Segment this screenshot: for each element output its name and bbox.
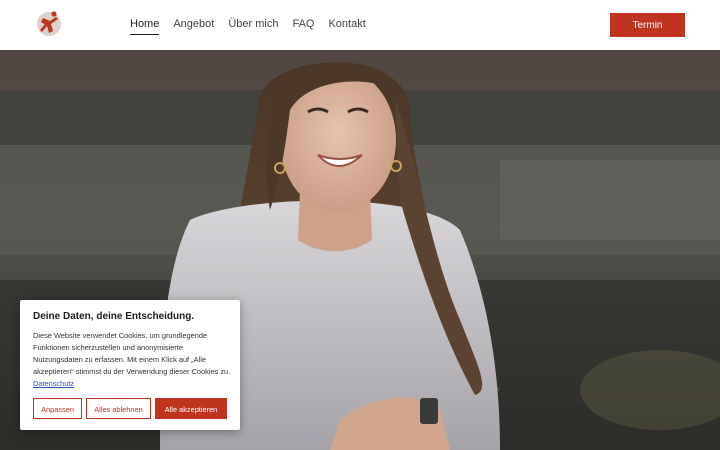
nav-item-faq[interactable]: FAQ bbox=[292, 16, 314, 35]
nav-item-home[interactable]: Home bbox=[130, 16, 160, 35]
site-header: Home Angebot Über mich FAQ Kontakt Termi… bbox=[0, 0, 720, 50]
nav-item-angebot[interactable]: Angebot bbox=[173, 16, 214, 35]
cookie-title: Deine Daten, deine Entscheidung. bbox=[33, 311, 195, 322]
accept-all-button[interactable]: Alle akzeptieren bbox=[155, 398, 227, 419]
reject-all-button[interactable]: Alles ablehnen bbox=[86, 398, 151, 419]
privacy-link[interactable]: Datenschutz bbox=[33, 379, 74, 388]
cookie-description-text: Diese Website verwendet Cookies, um grun… bbox=[33, 331, 231, 376]
termin-button[interactable]: Termin bbox=[610, 13, 685, 37]
nav-item-kontakt[interactable]: Kontakt bbox=[328, 16, 365, 35]
main-nav: Home Angebot Über mich FAQ Kontakt bbox=[130, 16, 380, 35]
nav-item-ueber-mich[interactable]: Über mich bbox=[228, 16, 278, 35]
running-figure-logo-icon bbox=[37, 11, 61, 36]
logo[interactable] bbox=[35, 9, 65, 39]
cookie-consent-dialog: Deine Daten, deine Entscheidung. Diese W… bbox=[20, 300, 240, 430]
customize-button[interactable]: Anpassen bbox=[33, 398, 82, 419]
cookie-description: Diese Website verwendet Cookies, um grun… bbox=[33, 330, 231, 390]
